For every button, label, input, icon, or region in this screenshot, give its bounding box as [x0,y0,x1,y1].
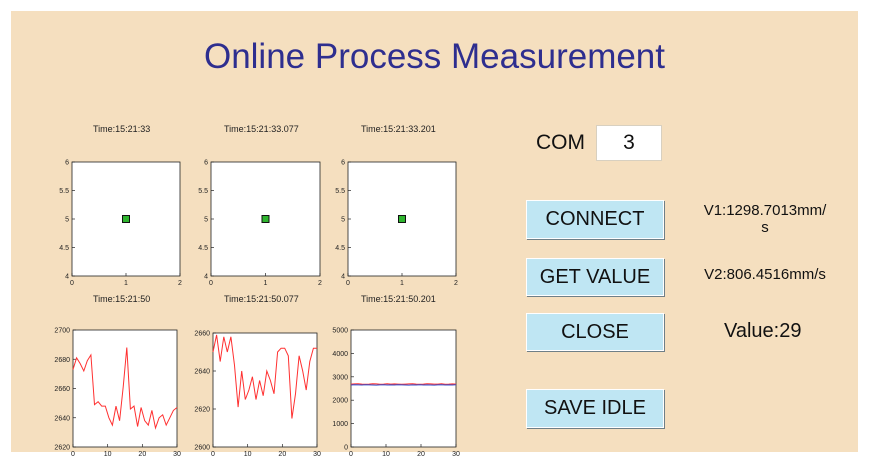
connect-button[interactable]: CONNECT [526,200,664,239]
y-tick-label: 2640 [194,369,210,376]
x-tick-label: 2 [318,280,322,287]
x-tick-label: 1 [264,280,268,287]
plot-time-label: Time:15:21:33 [93,124,151,134]
value-readout: Value:29 [724,320,802,342]
v1-readout: V1:1298.7013mm/ s [703,202,827,236]
plot-area [350,329,457,448]
data-point [261,215,270,223]
x-tick-label: 10 [244,451,252,458]
app-title: Online Process Measurement [203,37,666,76]
y-tick-label: 5000 [332,328,348,335]
close-button[interactable]: CLOSE [526,313,664,351]
y-tick-label: 2640 [54,415,70,422]
x-tick-label: 0 [70,280,74,287]
y-tick-label: 5.5 [59,188,69,195]
y-tick-label: 0 [344,445,348,452]
y-tick-label: 4.5 [335,245,345,252]
y-tick-label: 4.5 [59,245,69,252]
x-tick-label: 30 [452,451,460,458]
x-tick-label: 30 [313,451,321,458]
plot-scatter: 4 4.5 5 5.5 6 0 1 2 [335,160,458,288]
series-line [350,383,457,385]
plot-scatter: 4 4.5 5 5.5 6 0 1 2 [198,160,322,288]
x-tick-label: 10 [382,451,390,458]
y-tick-label: 5 [204,217,208,224]
v2-readout: V2:806.4516mm/s [704,266,826,283]
plot-time-label: Time:15:21:50.077 [224,294,299,304]
y-tick-label: 6 [65,160,69,167]
y-tick-label: 4 [65,274,69,281]
x-tick-label: 2 [178,280,182,287]
y-tick-label: 2000 [332,398,348,405]
x-tick-label: 0 [346,280,350,287]
y-tick-label: 5.5 [335,188,345,195]
y-tick-label: 4 [341,274,345,281]
y-tick-label: 2660 [194,331,210,338]
y-tick-label: 3000 [332,374,348,381]
y-tick-label: 5 [341,217,345,224]
data-point [398,215,406,223]
plot-time-label: Time:15:21:50 [93,294,151,304]
x-tick-label: 0 [209,280,213,287]
plot-time-label: Time:15:21:33.201 [361,124,436,134]
y-tick-label: 2680 [54,357,70,364]
y-tick-label: 2660 [54,386,70,393]
y-tick-label: 6 [341,160,345,167]
plot-area [72,329,178,448]
plot-line: 2600 2620 2640 2660 0 10 20 30 [194,331,321,459]
y-tick-label: 4 [204,274,208,281]
plot-time-label: Time:15:21:50.201 [361,294,436,304]
x-tick-label: 20 [138,451,146,458]
x-tick-label: 0 [71,451,75,458]
x-tick-label: 10 [104,451,112,458]
plot-area [212,332,318,448]
y-tick-label: 2600 [194,445,210,452]
x-tick-label: 0 [349,451,353,458]
plot-line: 2620 2640 2660 2680 2700 0 10 20 30 [54,328,181,459]
com-port-input[interactable] [596,125,662,161]
y-tick-label: 5 [65,217,69,224]
y-tick-label: 2620 [194,407,210,414]
y-tick-label: 2620 [54,445,70,452]
y-tick-label: 4.5 [198,245,208,252]
save-idle-button[interactable]: SAVE IDLE [526,389,664,428]
com-label: COM [536,131,585,154]
x-tick-label: 2 [454,280,458,287]
y-tick-label: 4000 [332,351,348,358]
x-tick-label: 20 [278,451,286,458]
x-tick-label: 1 [400,280,404,287]
plot-scatter: 4 4.5 5 5.5 6 0 1 2 [59,160,182,288]
y-tick-label: 6 [204,160,208,167]
x-tick-label: 1 [124,280,128,287]
data-point [122,215,130,223]
y-tick-label: 5.5 [198,188,208,195]
plot-time-label: Time:15:21:33.077 [224,124,299,134]
get-value-button[interactable]: GET VALUE [526,258,664,296]
x-tick-label: 0 [211,451,215,458]
x-tick-label: 20 [417,451,425,458]
x-tick-label: 30 [173,451,181,458]
y-tick-label: 1000 [332,421,348,428]
plot-line: 0 1000 2000 3000 4000 5000 0 10 20 30 [332,328,460,459]
y-tick-label: 2700 [54,328,70,335]
